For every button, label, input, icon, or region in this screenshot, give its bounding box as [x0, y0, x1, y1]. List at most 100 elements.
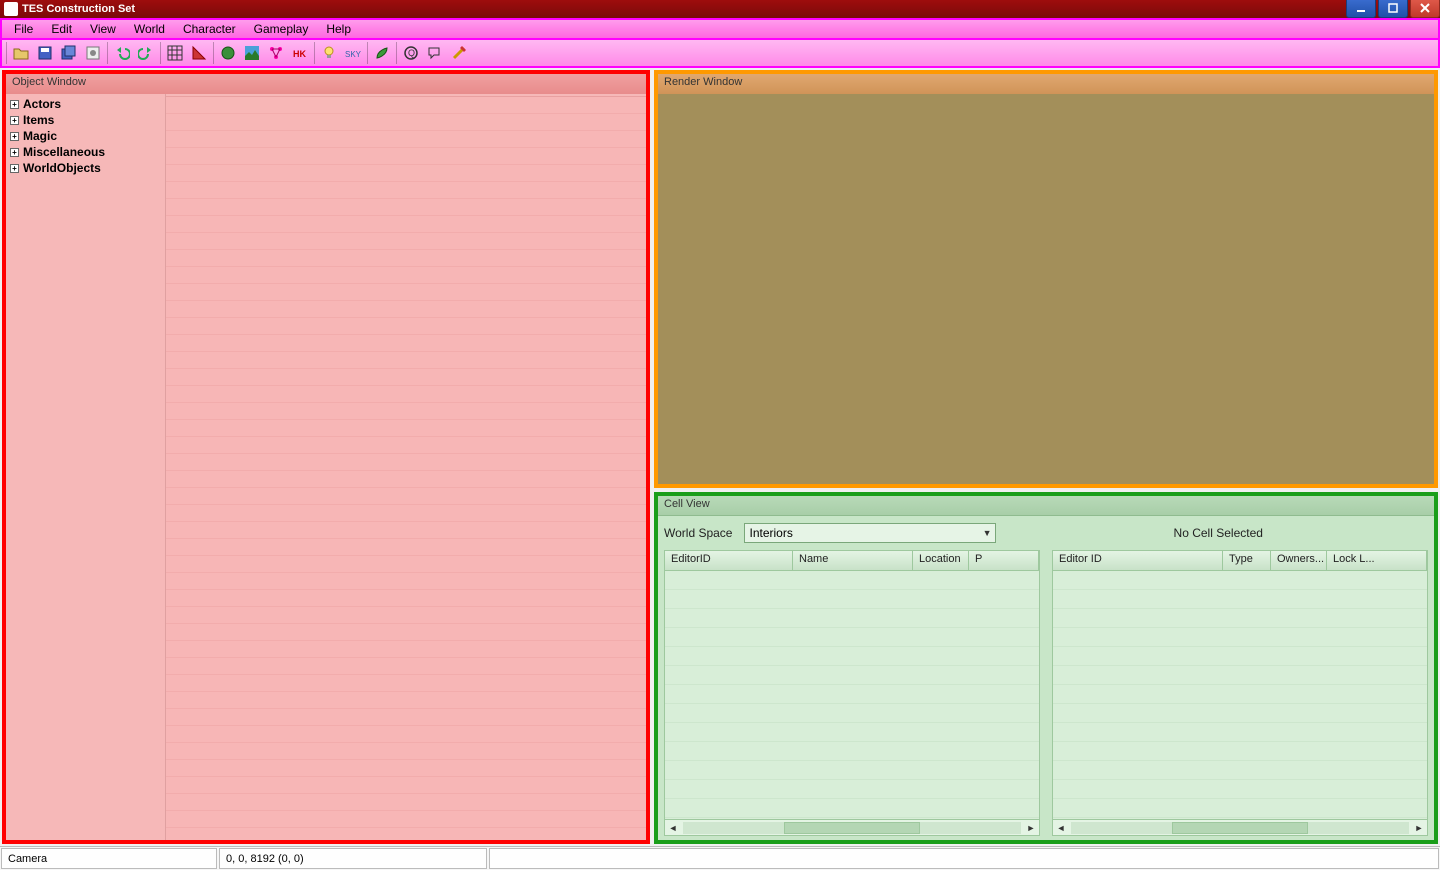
save-all-icon[interactable] — [57, 41, 81, 65]
undo-icon[interactable] — [110, 41, 134, 65]
cell-refs-table: Editor ID Type Owners... Lock L... ◄ ► — [1052, 550, 1428, 836]
tree-item-worldobjects[interactable]: + WorldObjects — [8, 160, 163, 176]
svg-text:HK: HK — [293, 49, 306, 59]
chevron-down-icon: ▼ — [983, 528, 992, 538]
no-cell-selected-label: No Cell Selected — [1008, 526, 1428, 540]
object-tree: + Actors + Items + Magic + Miscellaneous + Wo… — [6, 94, 166, 840]
status-camera: Camera — [1, 848, 217, 869]
object-window: Object Window + Actors + Items + Magic + Mis… — [2, 70, 650, 844]
menu-edit[interactable]: Edit — [43, 20, 80, 38]
scroll-track[interactable] — [683, 822, 1021, 834]
script-icon[interactable] — [447, 41, 471, 65]
object-list[interactable] — [166, 96, 646, 840]
col-editor-id[interactable]: Editor ID — [1053, 551, 1223, 570]
havok-icon[interactable]: HK — [288, 41, 312, 65]
cell-refs-scrollbar[interactable]: ◄ ► — [1053, 819, 1427, 835]
workspace: Object Window + Actors + Items + Magic + Mis… — [0, 68, 1440, 846]
toolbar-separator — [213, 42, 214, 64]
leaf-icon[interactable] — [370, 41, 394, 65]
menu-help[interactable]: Help — [318, 20, 359, 38]
snap-angle-icon[interactable] — [187, 41, 211, 65]
object-window-title[interactable]: Object Window — [6, 74, 646, 94]
cell-list-scrollbar[interactable]: ◄ ► — [665, 819, 1039, 835]
scroll-left-icon[interactable]: ◄ — [1053, 823, 1069, 833]
menu-character[interactable]: Character — [175, 20, 244, 38]
menu-world[interactable]: World — [126, 20, 173, 38]
tree-item-items[interactable]: + Items — [8, 112, 163, 128]
col-type[interactable]: Type — [1223, 551, 1271, 570]
preferences-icon[interactable] — [81, 41, 105, 65]
cell-list-table: EditorID Name Location P ◄ ► — [664, 550, 1040, 836]
toolbar-separator — [107, 42, 108, 64]
menu-view[interactable]: View — [82, 20, 124, 38]
expander-icon[interactable]: + — [10, 148, 19, 157]
status-rest — [489, 848, 1439, 869]
col-p[interactable]: P — [969, 551, 1039, 570]
speech-icon[interactable] — [423, 41, 447, 65]
tree-label: Actors — [23, 97, 61, 111]
col-lock[interactable]: Lock L... — [1327, 551, 1427, 570]
app-icon — [4, 2, 18, 16]
tree-label: WorldObjects — [23, 161, 101, 175]
col-editorid[interactable]: EditorID — [665, 551, 793, 570]
maximize-button[interactable] — [1378, 0, 1408, 18]
app-title: TES Construction Set — [22, 3, 135, 15]
minimize-button[interactable] — [1346, 0, 1376, 18]
world-pathgrid-icon[interactable] — [264, 41, 288, 65]
menu-gameplay[interactable]: Gameplay — [246, 20, 317, 38]
sky-icon[interactable]: SKY — [341, 41, 365, 65]
cell-tables: EditorID Name Location P ◄ ► Editor ID — [664, 550, 1428, 836]
col-location[interactable]: Location — [913, 551, 969, 570]
snap-grid-icon[interactable] — [163, 41, 187, 65]
scroll-thumb[interactable] — [784, 822, 919, 834]
toolbar-separator — [396, 42, 397, 64]
render-window-title[interactable]: Render Window — [658, 74, 1434, 94]
expander-icon[interactable]: + — [10, 100, 19, 109]
window-controls — [1344, 0, 1440, 18]
world-space-value: Interiors — [749, 526, 792, 540]
toolbar-separator — [367, 42, 368, 64]
expander-icon[interactable]: + — [10, 116, 19, 125]
world-landscape-icon[interactable] — [240, 41, 264, 65]
statusbar: Camera 0, 0, 8192 (0, 0) — [0, 846, 1440, 870]
scroll-thumb[interactable] — [1172, 822, 1307, 834]
toolbar: HK SKY Q — [0, 40, 1440, 68]
scroll-right-icon[interactable]: ► — [1023, 823, 1039, 833]
cell-refs-header: Editor ID Type Owners... Lock L... — [1053, 551, 1427, 571]
tree-label: Magic — [23, 129, 57, 143]
object-window-body: + Actors + Items + Magic + Miscellaneous + Wo… — [6, 94, 646, 840]
cell-list-body[interactable] — [665, 571, 1039, 819]
render-viewport[interactable] — [658, 94, 1434, 484]
scroll-right-icon[interactable]: ► — [1411, 823, 1427, 833]
open-folder-icon[interactable] — [9, 41, 33, 65]
expander-icon[interactable]: + — [10, 164, 19, 173]
col-owners[interactable]: Owners... — [1271, 551, 1327, 570]
redo-icon[interactable] — [134, 41, 158, 65]
cell-view: Cell View World Space Interiors ▼ No Cel… — [654, 492, 1438, 844]
save-icon[interactable] — [33, 41, 57, 65]
scroll-track[interactable] — [1071, 822, 1409, 834]
scroll-left-icon[interactable]: ◄ — [665, 823, 681, 833]
toolbar-separator — [314, 42, 315, 64]
cell-list-header: EditorID Name Location P — [665, 551, 1039, 571]
toolbar-separator — [160, 42, 161, 64]
world-icon[interactable] — [216, 41, 240, 65]
close-button[interactable] — [1410, 0, 1440, 18]
cell-view-title[interactable]: Cell View — [658, 496, 1434, 516]
world-space-select[interactable]: Interiors ▼ — [744, 523, 996, 543]
menubar: File Edit View World Character Gameplay … — [0, 18, 1440, 40]
menu-file[interactable]: File — [6, 20, 41, 38]
tree-item-miscellaneous[interactable]: + Miscellaneous — [8, 144, 163, 160]
lightbulb-icon[interactable] — [317, 41, 341, 65]
cell-refs-body[interactable] — [1053, 571, 1427, 819]
tree-item-magic[interactable]: + Magic — [8, 128, 163, 144]
dialogue-icon[interactable]: Q — [399, 41, 423, 65]
tree-label: Items — [23, 113, 54, 127]
col-name[interactable]: Name — [793, 551, 913, 570]
tree-item-actors[interactable]: + Actors — [8, 96, 163, 112]
tree-label: Miscellaneous — [23, 145, 105, 159]
svg-text:SKY: SKY — [345, 50, 361, 59]
status-coords: 0, 0, 8192 (0, 0) — [219, 848, 487, 869]
expander-icon[interactable]: + — [10, 132, 19, 141]
titlebar: TES Construction Set — [0, 0, 1440, 18]
